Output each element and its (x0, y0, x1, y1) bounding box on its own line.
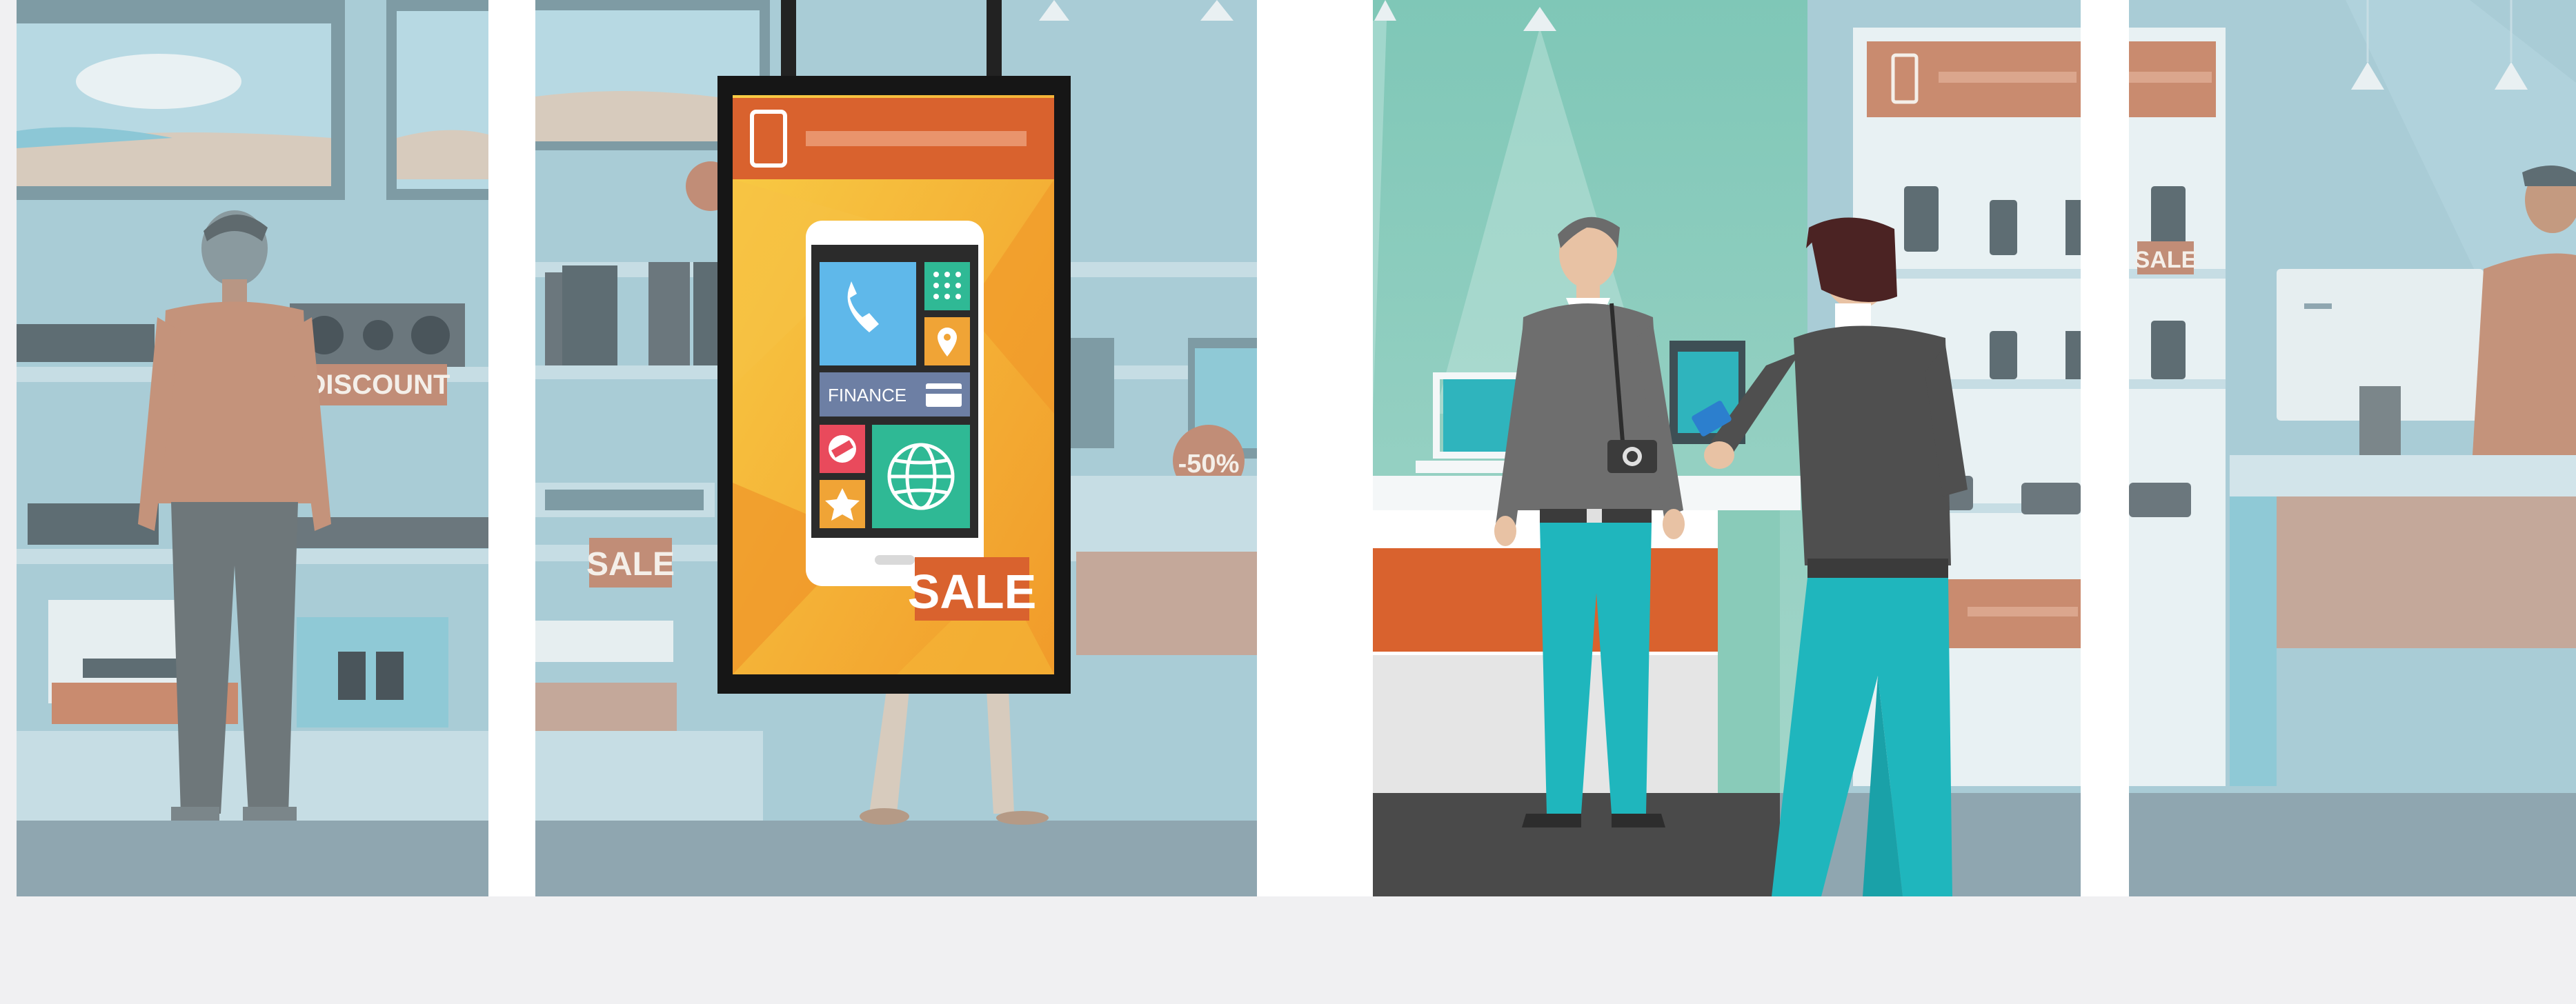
finance-label: FINANCE (828, 385, 906, 405)
discount-sign: DISCOUNT (306, 370, 450, 400)
discount-price-tag: -50% (1178, 450, 1240, 479)
sale-sign-right: SALE (2134, 247, 2197, 273)
dial-grid-icon (933, 272, 961, 299)
right-window-panel: SALE (2129, 0, 2576, 896)
center-right-window-panel (1373, 0, 2081, 896)
digital-signage-kiosk: FINANCE SALE (717, 0, 1071, 694)
call-tile (820, 262, 916, 365)
sale-sign-shelf: SALE (586, 546, 675, 583)
storefront-illustration: DISCOUNT -50% SALE FINANCE SALE SALE (0, 0, 2576, 1004)
footer-background-strip (0, 896, 2576, 1004)
credit-card-icon (926, 383, 962, 407)
left-window-panel: DISCOUNT (17, 0, 488, 896)
home-button-icon (875, 555, 915, 565)
sale-badge-text: SALE (908, 565, 1037, 619)
